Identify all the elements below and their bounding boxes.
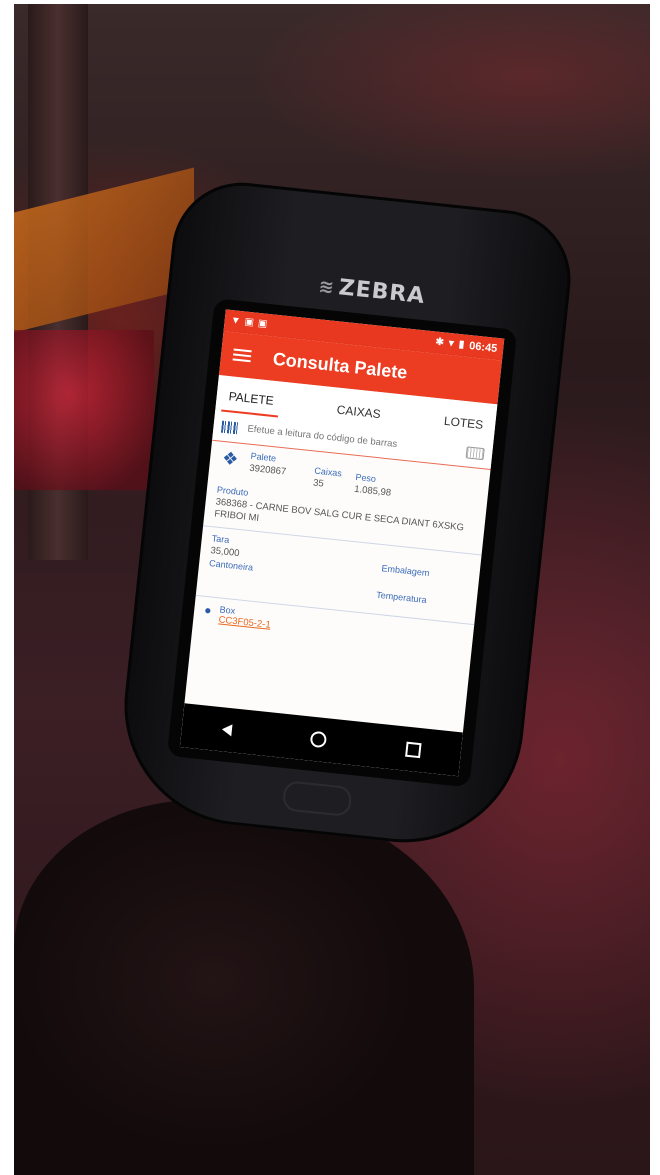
caixas-field: Caixas 35 <box>313 466 343 492</box>
box-field: Box CC3F05-2-1 <box>218 604 272 630</box>
app-screen: ▼ ▣ ▣ ✱ ▾ ▮ 06:45 Consulta Palete PALETE… <box>179 309 505 777</box>
notification-icon: ▣ <box>243 316 255 329</box>
handheld-scanner: ≋ZEBRA ▼ ▣ ▣ ✱ ▾ ▮ 06:45 Consulta Palete… <box>112 175 578 855</box>
photo-border-top <box>0 0 660 4</box>
tara-field: Tara 35,000 <box>210 533 241 559</box>
zebra-logo-icon: ≋ <box>317 276 336 299</box>
home-icon[interactable] <box>310 730 328 749</box>
caixas-value: 35 <box>312 477 325 490</box>
tara-label: Tara <box>211 533 230 546</box>
hand-holding-device <box>14 800 474 1175</box>
status-notifications: ▼ ▣ ▣ <box>230 315 268 330</box>
forklift-red-part <box>14 330 154 490</box>
recent-apps-icon[interactable] <box>405 741 422 758</box>
tara-value: 35,000 <box>209 545 241 560</box>
battery-icon: ▮ <box>458 338 465 351</box>
wifi-icon: ▼ <box>230 315 242 327</box>
hamburger-menu-icon[interactable] <box>232 348 252 363</box>
barcode-icon <box>220 420 239 434</box>
palete-value: 3920867 <box>248 462 287 478</box>
caixas-label: Caixas <box>313 465 343 479</box>
keyboard-icon[interactable] <box>465 445 485 460</box>
photo-border-right <box>650 0 660 1175</box>
peso-field: Peso 1.085,98 <box>354 472 393 499</box>
temperatura-label: Temperatura <box>375 589 428 605</box>
signal-icon: ▾ <box>448 337 455 350</box>
app-title: Consulta Palete <box>271 348 409 383</box>
status-time: 06:45 <box>468 340 498 355</box>
temperatura-field: Temperatura <box>375 590 427 613</box>
peso-value: 1.085,98 <box>353 483 392 499</box>
location-pin-icon: ● <box>203 602 213 618</box>
palete-field: Palete 3920867 <box>249 451 288 478</box>
photo-border-left <box>0 0 14 1175</box>
status-system: ✱ ▾ ▮ 06:45 <box>435 337 498 355</box>
embalagem-label: Embalagem <box>381 563 430 579</box>
background-glow <box>240 4 650 184</box>
bluetooth-icon: ✱ <box>434 336 445 349</box>
notification-icon-2: ▣ <box>257 317 268 330</box>
back-icon[interactable] <box>221 723 233 737</box>
pallet-boxes-icon: ❖ <box>221 447 240 470</box>
cantoneira-label: Cantoneira <box>208 558 254 573</box>
cantoneira-field: Cantoneira <box>206 558 254 594</box>
